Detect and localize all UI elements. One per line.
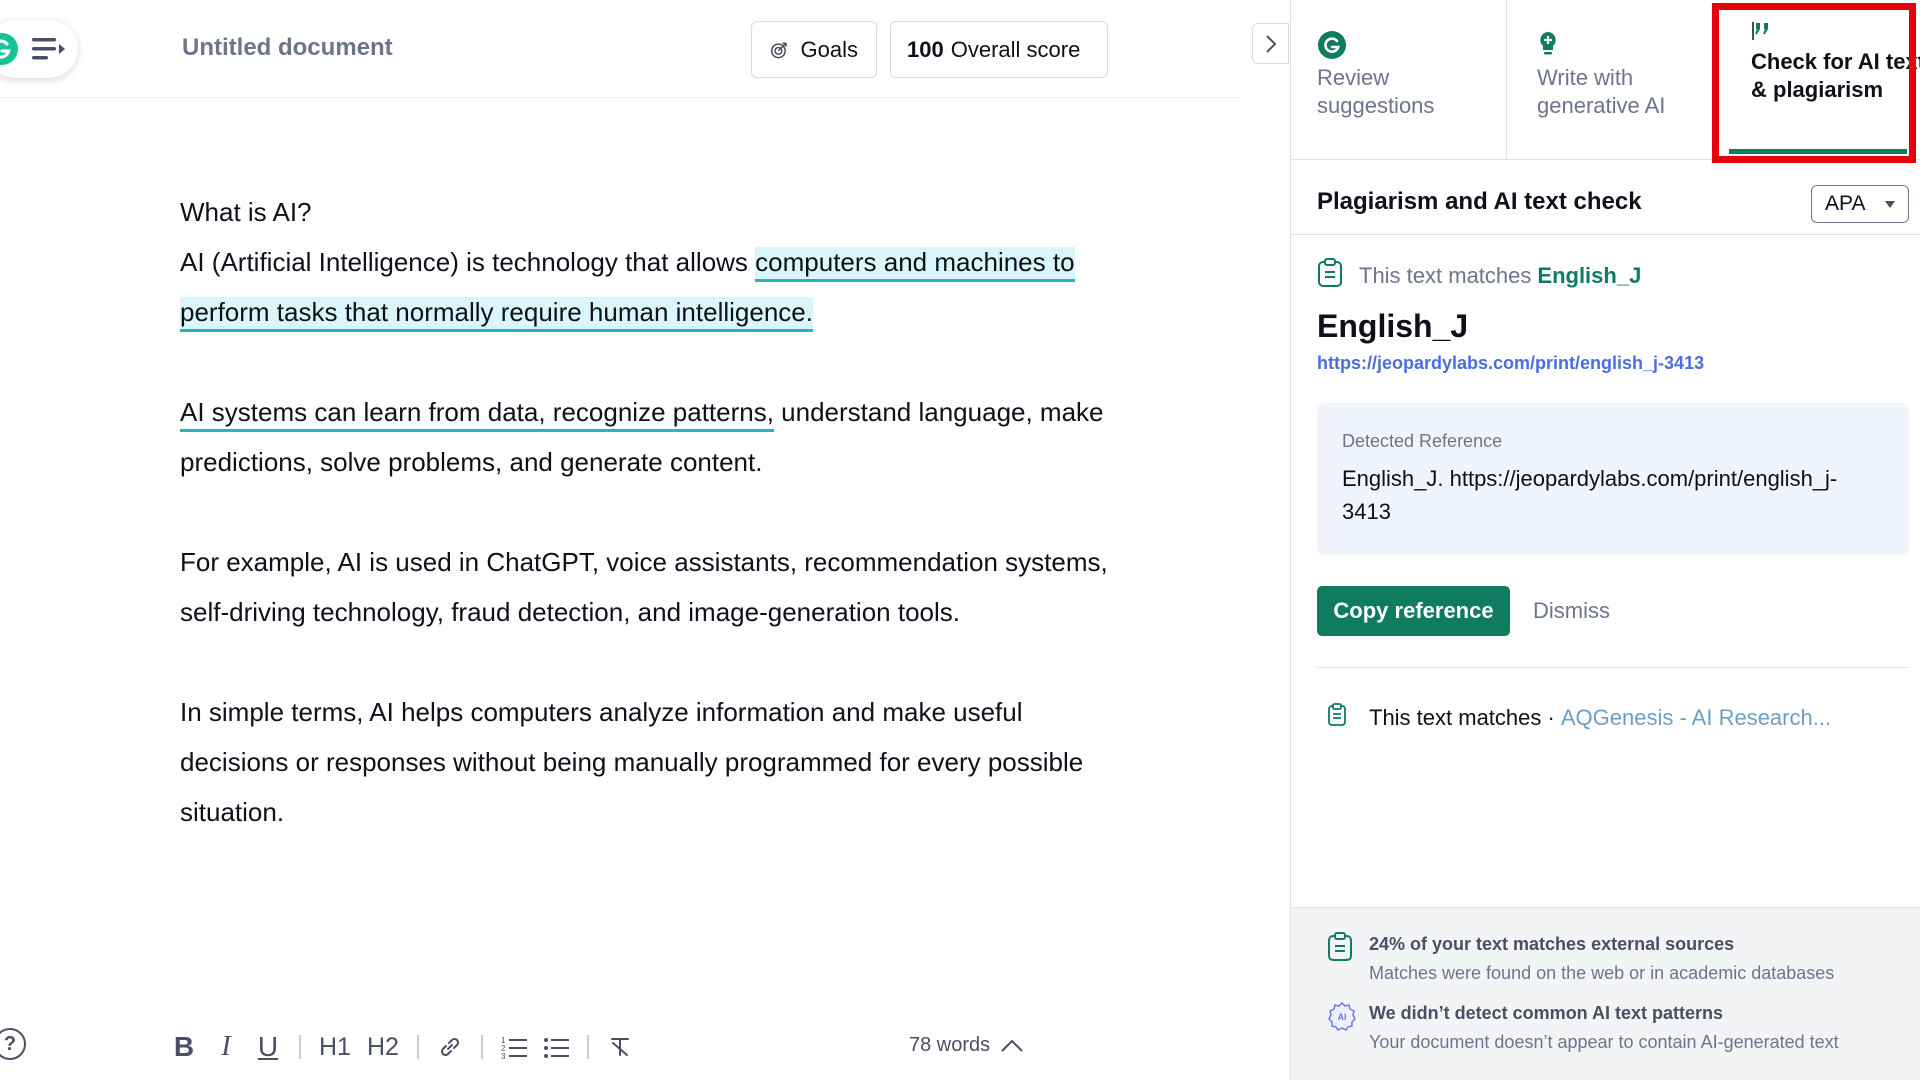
match-prefix: This text matches [1359, 263, 1532, 288]
help-icon[interactable]: ? [0, 1028, 26, 1060]
ai-summary-desc: Your document doesn’t appear to contain … [1369, 1032, 1839, 1052]
bulb-icon [1537, 30, 1559, 61]
source-title: English_J [1317, 308, 1469, 344]
divider [1291, 234, 1920, 235]
quote-icon [1751, 20, 1775, 47]
detected-reference-text: English_J. https://jeopardylabs.com/prin… [1342, 466, 1838, 524]
citation-style-select[interactable]: APA [1811, 185, 1909, 223]
chevron-right-icon [1265, 34, 1276, 53]
document-body[interactable]: What is AI? AI (Artificial Intelligence)… [180, 187, 1120, 887]
ai-detection-summary: AI We didn’t detect common AI text patte… [1327, 999, 1839, 1057]
tab-review-suggestions[interactable]: Review suggestions [1291, 0, 1506, 160]
detected-reference-label: Detected Reference [1342, 431, 1503, 451]
svg-text:3: 3 [501, 1052, 506, 1059]
ai-badge-icon: AI [1327, 1001, 1357, 1057]
clear-formatting-icon[interactable] [607, 1035, 633, 1059]
copy-reference-button[interactable]: Copy reference [1317, 586, 1510, 636]
svg-text:AI: AI [1338, 1012, 1347, 1022]
bullet-list-icon[interactable] [543, 1035, 569, 1059]
caret-down-icon [1885, 201, 1895, 208]
overall-score-button[interactable]: 100 Overall score [890, 21, 1108, 78]
paragraph-3: For example, AI is used in ChatGPT, voic… [180, 547, 1108, 627]
document-title[interactable]: Untitled document [182, 34, 393, 62]
editor-area: Untitled document Goals 100 Overall scor… [0, 0, 1290, 1080]
ai-summary-title: We didn’t detect common AI text patterns [1369, 1003, 1724, 1023]
clipboard-icon [1317, 258, 1343, 294]
toolbar-divider [299, 1035, 301, 1059]
tab-ai-plagiarism[interactable]: Check for AI text & plagiarism [1715, 0, 1920, 160]
tab-label: Review suggestions [1317, 65, 1435, 118]
toolbar-divider [586, 1035, 589, 1059]
tab-label: Check for AI text & plagiarism [1751, 49, 1920, 102]
second-match-item[interactable]: This text matches · AQGenesis - AI Resea… [1327, 703, 1831, 733]
grammarly-menu-button[interactable] [0, 20, 78, 78]
source-url-link[interactable]: https://jeopardylabs.com/print/english_j… [1317, 353, 1704, 374]
score-label: Overall score [950, 36, 1081, 62]
plagiarism-summary: 24% of your text matches external source… [1327, 930, 1834, 988]
paragraph-2: AI systems can learn from data, recogniz… [180, 397, 1104, 477]
goals-label: Goals [800, 36, 858, 62]
tab-label: Write with generative AI [1537, 65, 1666, 118]
match-header: This text matches English_J [1317, 258, 1641, 294]
detected-reference-card: Detected Reference English_J. https://je… [1317, 403, 1909, 555]
active-tab-indicator [1729, 149, 1907, 154]
divider [1317, 667, 1909, 668]
paragraph-heading: What is AI? [180, 197, 312, 227]
clipboard-icon [1327, 703, 1347, 733]
italic-button[interactable]: I [213, 1031, 239, 1063]
assistant-sidebar: Review suggestions Write with generative… [1290, 0, 1920, 1080]
paragraph-4: In simple terms, AI helps computers anal… [180, 697, 1084, 827]
collapse-panel-button[interactable] [1252, 23, 1289, 64]
plagiarism-underline[interactable]: AI systems can learn from data, recogniz… [180, 397, 774, 432]
word-count-button[interactable]: 78 words [909, 1034, 1024, 1057]
heading2-button[interactable]: H2 [367, 1033, 399, 1062]
formatting-toolbar: B I U H1 H2 123 [163, 1024, 641, 1070]
panel-title: Plagiarism and AI text check [1317, 188, 1642, 215]
chevron-up-icon [1001, 1039, 1023, 1052]
plagiarism-summary-title: 24% of your text matches external source… [1369, 934, 1735, 954]
score-value: 100 [907, 36, 944, 62]
heading1-button[interactable]: H1 [319, 1033, 351, 1062]
bold-button[interactable]: B [171, 1031, 197, 1063]
second-match-prefix: This text matches · [1369, 705, 1555, 730]
paragraph-1: AI (Artificial Intelligence) is technolo… [180, 237, 1120, 337]
word-count: 78 words [909, 1034, 991, 1056]
grammarly-logo-icon [0, 33, 18, 65]
citation-style-value: APA [1825, 192, 1866, 215]
dismiss-button[interactable]: Dismiss [1533, 598, 1610, 624]
clipboard-icon [1327, 932, 1357, 988]
numbered-list-icon[interactable]: 123 [501, 1035, 527, 1059]
toolbar-divider [480, 1035, 483, 1059]
match-source: English_J [1537, 263, 1642, 288]
grammarly-g-icon [1317, 30, 1347, 65]
link-icon[interactable] [437, 1034, 463, 1060]
plagiarism-summary-desc: Matches were found on the web or in acad… [1369, 963, 1835, 983]
editor-header: Untitled document Goals 100 Overall scor… [0, 0, 1289, 98]
underline-button[interactable]: U [255, 1031, 281, 1063]
sidebar-tabs: Review suggestions Write with generative… [1291, 0, 1920, 160]
goals-button[interactable]: Goals [751, 21, 877, 78]
second-match-source: AQGenesis - AI Research... [1560, 705, 1832, 730]
tab-generative-ai[interactable]: Write with generative AI [1506, 0, 1716, 160]
toolbar-divider [416, 1035, 419, 1059]
menu-icon [32, 37, 66, 61]
target-icon [770, 42, 787, 58]
